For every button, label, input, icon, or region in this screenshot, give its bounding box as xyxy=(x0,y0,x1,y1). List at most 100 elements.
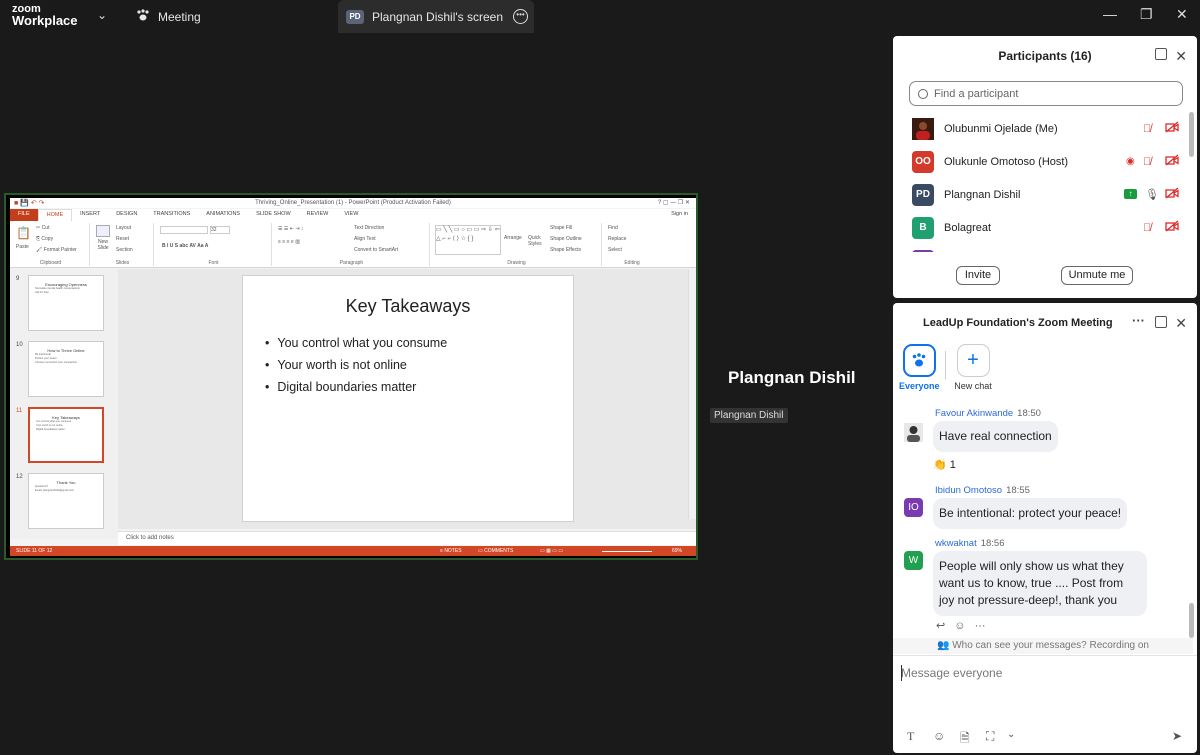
more-options-icon[interactable]: ··· xyxy=(1132,301,1145,341)
slide-canvas[interactable]: Key Takeaways You control what you consu… xyxy=(242,275,574,522)
chevron-down-icon[interactable]: ⌄ xyxy=(1007,729,1015,740)
text-direction-button[interactable]: Text Direction xyxy=(354,225,384,231)
convert-smartart-button[interactable]: Convert to SmartArt xyxy=(354,247,398,253)
video-off-icon[interactable] xyxy=(1165,154,1179,169)
tab-meeting[interactable]: Meeting xyxy=(136,0,201,33)
reply-icon[interactable]: ↩ xyxy=(936,620,945,632)
more-options-icon[interactable]: ••• xyxy=(513,9,528,24)
slide-thumbnail[interactable]: Encouraging Openness Normalise mental he… xyxy=(28,275,104,331)
message-actions[interactable]: ↩ ☺ ··· xyxy=(936,619,986,632)
message-bubble[interactable]: Be intentional: protect your peace! xyxy=(933,498,1128,529)
font-size-select[interactable]: 32 xyxy=(210,226,230,234)
new-chat-button[interactable]: + New chat xyxy=(951,344,995,391)
participant-row[interactable] xyxy=(893,244,1193,252)
new-slide-button[interactable]: New Slide xyxy=(94,239,112,251)
ppt-tab-file[interactable]: FILE xyxy=(10,209,38,221)
ppt-window-controls[interactable]: ? ▢ — ❐ ✕ xyxy=(658,198,690,208)
font-name-select[interactable] xyxy=(160,226,208,234)
format-painter-button[interactable]: 🖌 Format Painter xyxy=(36,247,77,253)
shape-outline-button[interactable]: Shape Outline xyxy=(550,236,582,242)
notes-toggle[interactable]: ≡ NOTES xyxy=(440,546,462,556)
message-bubble[interactable]: Have real connection xyxy=(933,421,1058,452)
slide-thumbnail[interactable]: How to Thrive Online Be intentional Prot… xyxy=(28,341,104,397)
popout-icon[interactable] xyxy=(1155,316,1167,328)
video-off-icon[interactable] xyxy=(1165,121,1179,136)
select-button[interactable]: Select xyxy=(608,247,622,253)
zoom-level[interactable]: 69% xyxy=(672,546,682,556)
align-buttons[interactable]: ≡ ≡ ≡ ≡ ▥ xyxy=(278,239,300,245)
shape-fill-button[interactable]: Shape Fill xyxy=(550,225,572,231)
ppt-tab-review[interactable]: REVIEW xyxy=(299,209,337,221)
slide-thumbnail-active[interactable]: Key Takeaways You control what you consu… xyxy=(28,407,104,463)
format-text-icon[interactable]: T xyxy=(907,729,914,744)
invite-button[interactable]: Invite xyxy=(956,266,1000,285)
participant-row[interactable]: B Bolagreat 🎙̸ xyxy=(893,211,1193,244)
video-off-icon[interactable] xyxy=(1165,187,1179,202)
popout-icon[interactable] xyxy=(1155,48,1167,60)
slide-scrollbar[interactable] xyxy=(688,269,696,519)
reset-button[interactable]: Reset xyxy=(116,236,129,242)
shape-effects-button[interactable]: Shape Effects xyxy=(550,247,581,253)
unmute-button[interactable]: Unmute me xyxy=(1061,266,1133,285)
message-bubble[interactable]: People will only show us what they want … xyxy=(933,551,1147,616)
screenshot-icon[interactable]: ⛶ xyxy=(986,729,994,744)
chat-everyone[interactable]: Everyone xyxy=(899,344,940,391)
minimize-icon[interactable]: — xyxy=(1103,6,1117,22)
slide-thumbnail[interactable]: Thank You Questions? Email: plangnandish… xyxy=(28,473,104,529)
close-icon[interactable]: ✕ xyxy=(1175,36,1187,76)
cut-button[interactable]: ✂ Cut xyxy=(36,225,49,231)
chevron-down-icon[interactable]: ⌄ xyxy=(97,8,107,22)
ppt-tab-animations[interactable]: ANIMATIONS xyxy=(198,209,248,221)
comments-toggle[interactable]: ▭ COMMENTS xyxy=(478,546,513,556)
reaction-badge[interactable]: 👏 1 xyxy=(933,458,956,471)
list-buttons[interactable]: ☰ ☰ ⇤ ⇥ ↕ xyxy=(278,226,303,232)
new-slide-icon[interactable] xyxy=(96,225,110,237)
chat-composer[interactable]: Message everyone T ☺ 🗎 ⛶ ⌄ ➤ xyxy=(893,655,1197,753)
bold-button[interactable]: B I U S abc AV Aa A xyxy=(162,243,208,249)
paste-icon[interactable]: 📋 xyxy=(16,226,31,240)
file-icon[interactable]: 🗎 xyxy=(960,729,970,750)
participant-row[interactable]: PD Plangnan Dishil ↑ 🎙 xyxy=(893,178,1193,211)
replace-button[interactable]: Replace xyxy=(608,236,626,242)
ppt-sign-in[interactable]: Sign in xyxy=(663,209,696,221)
notes-pane[interactable]: Click to add notes xyxy=(118,531,696,545)
participant-row[interactable]: OO Olukunle Omotoso (Host) ◉ 🎙̸ xyxy=(893,145,1193,178)
mic-muted-icon[interactable]: 🎙̸ xyxy=(1143,156,1151,168)
emoji-icon[interactable]: ☺ xyxy=(933,729,945,743)
copy-button[interactable]: ⎘ Copy xyxy=(36,236,53,242)
close-icon[interactable]: ✕ xyxy=(1175,303,1187,343)
restore-icon[interactable]: ❐ xyxy=(1140,6,1153,23)
find-button[interactable]: Find xyxy=(608,225,618,231)
align-text-button[interactable]: Align Text xyxy=(354,236,376,242)
close-icon[interactable]: ✕ xyxy=(1176,6,1188,23)
layout-button[interactable]: Layout xyxy=(116,225,131,231)
more-icon[interactable]: ··· xyxy=(975,620,986,632)
video-off-icon[interactable] xyxy=(1165,220,1179,235)
shapes-gallery[interactable]: ▭ ╲ ╲ ▭ ○ ▭ ▭ ⇨ ⇩ ⇦ △ ⌐ ⌐ ⟨ ⟩ ☆ { } xyxy=(435,225,501,255)
participants-scrollbar[interactable] xyxy=(1189,112,1194,157)
ppt-tab-design[interactable]: DESIGN xyxy=(108,209,145,221)
ppt-tab-view[interactable]: VIEW xyxy=(336,209,366,221)
zoom-logo[interactable]: zoom Workplace xyxy=(12,3,78,27)
participant-row[interactable]: Olubunmi Ojelade (Me) 🎙̸ xyxy=(893,112,1193,145)
section-button[interactable]: Section xyxy=(116,247,133,253)
ppt-tab-home[interactable]: HOME xyxy=(37,209,73,221)
privacy-note[interactable]: 👥 Who can see your messages? Recording o… xyxy=(893,638,1193,654)
arrange-button[interactable]: Arrange xyxy=(504,235,522,241)
message-input[interactable]: Message everyone xyxy=(901,666,1002,680)
mic-muted-icon[interactable]: 🎙̸ xyxy=(1143,222,1151,234)
participant-search-input[interactable]: Find a participant xyxy=(909,81,1183,106)
view-buttons[interactable]: ▭ ▦ ▭ ▭ xyxy=(540,546,563,556)
mic-muted-icon[interactable]: 🎙̸ xyxy=(1143,123,1151,135)
quick-styles-button[interactable]: Quick Styles xyxy=(528,235,546,247)
ppt-tab-transitions[interactable]: TRANSITIONS xyxy=(145,209,198,221)
zoom-slider[interactable] xyxy=(602,551,652,552)
send-icon[interactable]: ➤ xyxy=(1172,729,1182,743)
ppt-tab-insert[interactable]: INSERT xyxy=(72,209,108,221)
ppt-tab-slide-show[interactable]: SLIDE SHOW xyxy=(248,209,299,221)
tab-shared-screen[interactable]: PD Plangnan Dishil's screen ••• xyxy=(338,0,534,33)
mic-icon[interactable]: 🎙 xyxy=(1145,188,1159,201)
paste-button[interactable]: Paste xyxy=(16,244,29,250)
emoji-react-icon[interactable]: ☺ xyxy=(954,620,965,632)
quick-access-icon[interactable]: ■ 💾 ↶ ↷ xyxy=(14,199,45,209)
